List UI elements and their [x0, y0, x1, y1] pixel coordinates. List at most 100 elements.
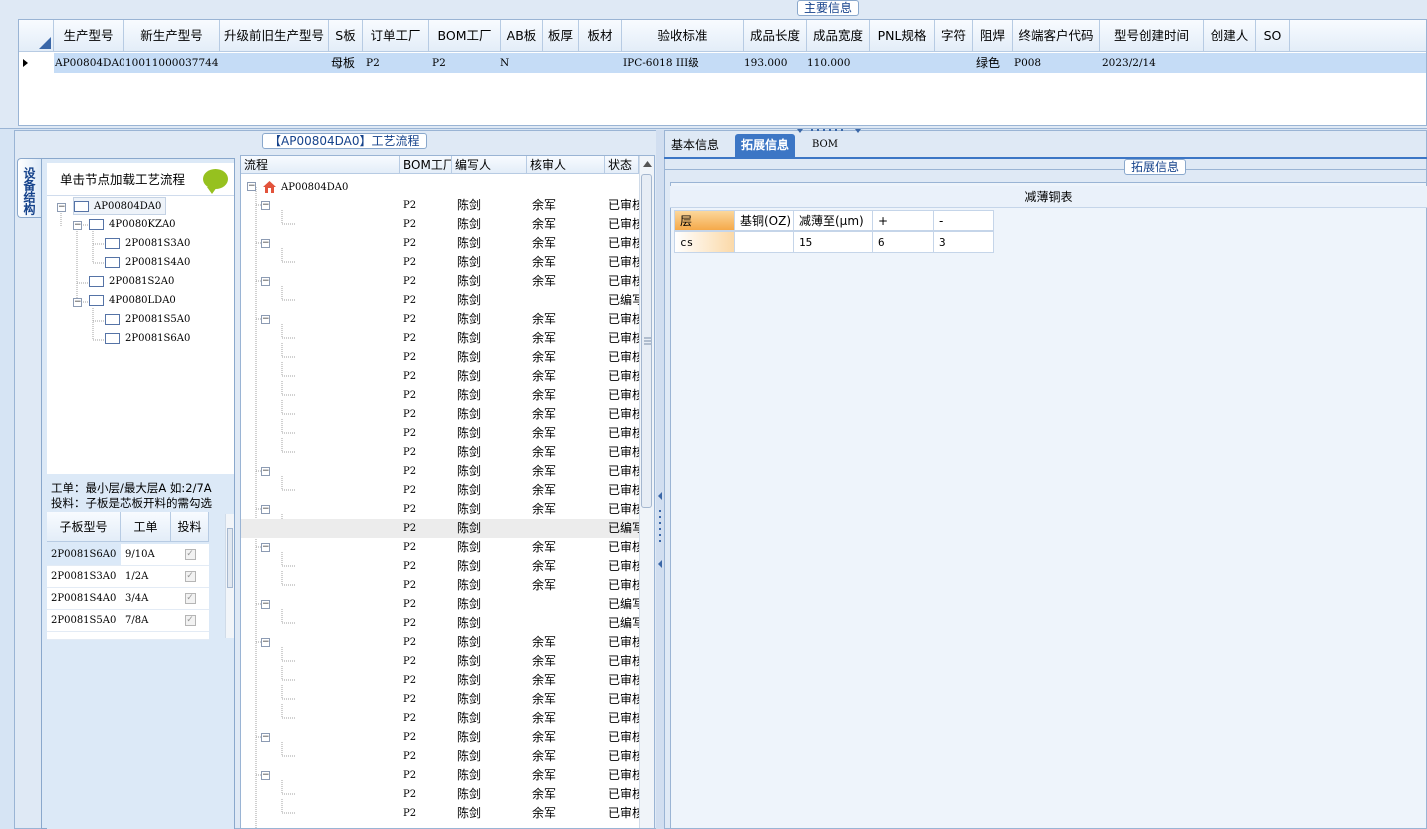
- collapse-icon[interactable]: −: [261, 201, 270, 210]
- collapse-icon[interactable]: −: [261, 733, 270, 742]
- process-step-row[interactable]: 去毛刺1P2陈剑余军已审核: [241, 652, 639, 671]
- process-step-row[interactable]: 沉铜1P2陈剑余军已审核: [241, 709, 639, 728]
- scroll-thumb[interactable]: [227, 528, 233, 588]
- feed-checkbox[interactable]: ✓: [184, 593, 196, 604]
- col-header-bom-factory[interactable]: BOM工厂: [429, 20, 501, 52]
- process-tree-grid[interactable]: 流程 BOM工厂 编写人 核审人 状态 − AP00804DA0 −流程指示P2…: [240, 155, 655, 829]
- collapse-icon[interactable]: −: [73, 221, 82, 230]
- col-header-standard[interactable]: 验收标准: [622, 20, 744, 52]
- sub-cell-feed[interactable]: ✓: [171, 610, 209, 632]
- col-header-character[interactable]: 字符: [935, 20, 973, 52]
- process-step-row[interactable]: 板镀P2陈剑余军已审核: [241, 747, 639, 766]
- feed-checkbox[interactable]: ✓: [184, 549, 196, 560]
- process-step-row[interactable]: 计划投料P2陈剑余军已审核: [241, 253, 639, 272]
- tab-extended-info[interactable]: 拓展信息: [735, 134, 796, 158]
- cell-thickness[interactable]: [543, 53, 579, 73]
- cell-production-model[interactable]: AP00804DA0: [52, 53, 124, 73]
- col-header-order[interactable]: 工单: [121, 512, 171, 542]
- process-step-row[interactable]: 压合P2陈剑余军已审核: [241, 367, 639, 386]
- sub-grid-scrollbar[interactable]: [225, 514, 234, 638]
- cell-customer-code[interactable]: P008: [1011, 53, 1100, 73]
- tab-basic-info[interactable]: 基本信息: [665, 134, 725, 158]
- cell-ab-board[interactable]: N: [497, 53, 543, 73]
- scroll-up-icon[interactable]: [641, 158, 654, 170]
- col-header-status[interactable]: 状态: [605, 156, 639, 174]
- collapse-icon[interactable]: −: [73, 298, 82, 307]
- collapse-icon[interactable]: −: [261, 315, 270, 324]
- col-header-width[interactable]: 成品宽度: [807, 20, 870, 52]
- sub-cell-model[interactable]: 2P0081S6A0: [47, 544, 121, 566]
- process-group-row[interactable]: −沉铜1P2陈剑余军已审核: [241, 633, 639, 652]
- process-step-row[interactable]: 开料P2陈剑已编写: [241, 291, 639, 310]
- tab-equipment-structure[interactable]: 设备结构: [17, 158, 41, 218]
- process-step-row[interactable]: 铣槽孔1P2陈剑已编写: [241, 614, 639, 633]
- process-group-row[interactable]: −减薄铜P2陈剑余军已审核: [241, 500, 639, 519]
- collapse-icon[interactable]: −: [57, 203, 66, 212]
- col-header-ab-board[interactable]: AB板: [501, 20, 543, 52]
- cell-length[interactable]: 193.000: [741, 53, 807, 73]
- process-step-row[interactable]: 烘板1P2陈剑余军已审核: [241, 671, 639, 690]
- col-header-layer[interactable]: 层: [674, 210, 735, 231]
- main-info-grid[interactable]: 生产型号 新生产型号 升级前旧生产型号 S板 订单工厂 BOM工厂 AB板 板厚…: [18, 19, 1427, 126]
- cell-reduce-to[interactable]: 15: [793, 231, 873, 253]
- col-header-base-copper[interactable]: 基铜(OZ): [734, 210, 794, 231]
- tree-node[interactable]: 2P0081S5A0: [105, 311, 190, 329]
- cell-standard[interactable]: IPC-6018 III级: [620, 53, 744, 73]
- collapse-icon[interactable]: −: [261, 277, 270, 286]
- scroll-thumb[interactable]: [641, 174, 652, 508]
- cell-new-model[interactable]: 10011000037744: [122, 53, 220, 73]
- col-header-reviewer[interactable]: 核审人: [527, 156, 605, 174]
- col-header-reduce-to[interactable]: 减薄至(μm): [793, 210, 873, 231]
- process-group-row[interactable]: −外层干膜P2陈剑余军已审核: [241, 766, 639, 785]
- tree-node-root[interactable]: AP00804DA0: [73, 197, 167, 215]
- process-group-row[interactable]: −钻孔P2陈剑余军已审核: [241, 538, 639, 557]
- process-group-row[interactable]: −开料P2陈剑余军已审核: [241, 272, 639, 291]
- speech-bubble-icon[interactable]: [203, 169, 228, 194]
- cell-minus[interactable]: 3: [933, 231, 994, 253]
- cell-creator[interactable]: [1204, 53, 1256, 73]
- feed-checkbox[interactable]: ✓: [184, 615, 196, 626]
- sub-cell-model[interactable]: 2P0081S4A0: [47, 588, 121, 610]
- tab-bom[interactable]: BOM: [806, 134, 844, 158]
- process-step-row[interactable]: 烘板P2陈剑余军已审核: [241, 443, 639, 462]
- cell-plus[interactable]: 6: [872, 231, 934, 253]
- sub-cell-order[interactable]: 9/10A: [121, 544, 171, 566]
- process-group-row[interactable]: −外形1P2陈剑已编写: [241, 595, 639, 614]
- col-header-material[interactable]: 板材: [579, 20, 622, 52]
- col-header-thickness[interactable]: 板厚: [543, 20, 579, 52]
- sub-cell-feed[interactable]: ✓: [171, 588, 209, 610]
- process-group-row[interactable]: −层压P2陈剑余军已审核: [241, 310, 639, 329]
- col-header-plus[interactable]: +: [872, 210, 934, 231]
- process-step-row[interactable]: 贴膜P2陈剑余军已审核: [241, 804, 639, 823]
- col-header-process[interactable]: 流程: [241, 156, 400, 174]
- collapse-icon[interactable]: −: [247, 182, 256, 191]
- sub-cell-order[interactable]: 1/2A: [121, 566, 171, 588]
- tree-node[interactable]: 4P0080KZA0: [89, 216, 176, 234]
- cell-character[interactable]: [935, 53, 973, 73]
- col-header-solder-mask[interactable]: 阻焊: [973, 20, 1013, 52]
- panel-splitter[interactable]: [656, 130, 664, 829]
- cell-old-model[interactable]: [220, 53, 329, 73]
- feed-checkbox[interactable]: ✓: [184, 571, 196, 582]
- sub-cell-model[interactable]: 2P0081S5A0: [47, 610, 121, 632]
- cell-so[interactable]: [1256, 53, 1290, 73]
- sub-board-grid[interactable]: 子板型号 工单 投料 2P0081S6A0 9/10A ✓ 2P0081S3A0…: [47, 512, 234, 829]
- process-step-row[interactable]: 铣边P2陈剑余军已审核: [241, 405, 639, 424]
- sub-cell-feed[interactable]: ✓: [171, 566, 209, 588]
- col-header-sub-model[interactable]: 子板型号: [47, 512, 121, 542]
- collapse-icon[interactable]: −: [261, 638, 270, 647]
- tree-node[interactable]: 2P0081S6A0: [105, 330, 190, 348]
- col-header-bom-factory[interactable]: BOM工厂: [400, 156, 452, 174]
- col-header-feed[interactable]: 投料: [171, 512, 209, 542]
- cell-pnl[interactable]: [870, 53, 935, 73]
- collapse-icon[interactable]: −: [261, 543, 270, 552]
- process-step-row[interactable]: 等离子处理1P2陈剑余军已审核: [241, 690, 639, 709]
- process-step-row[interactable]: 流程指示P2陈剑余军已审核: [241, 215, 639, 234]
- sub-cell-order[interactable]: 7/8A: [121, 610, 171, 632]
- process-step-row[interactable]: X-Ray冲孔P2陈剑余军已审核: [241, 386, 639, 405]
- process-group-row[interactable]: −沉铜P2陈剑余军已审核: [241, 462, 639, 481]
- process-group-row[interactable]: −电镀P2陈剑余军已审核: [241, 728, 639, 747]
- process-step-row[interactable]: 钻孔P2陈剑余军已审核: [241, 576, 639, 595]
- cell-base-copper[interactable]: [734, 231, 794, 253]
- process-step-row[interactable]: 打字唛P2陈剑余军已审核: [241, 424, 639, 443]
